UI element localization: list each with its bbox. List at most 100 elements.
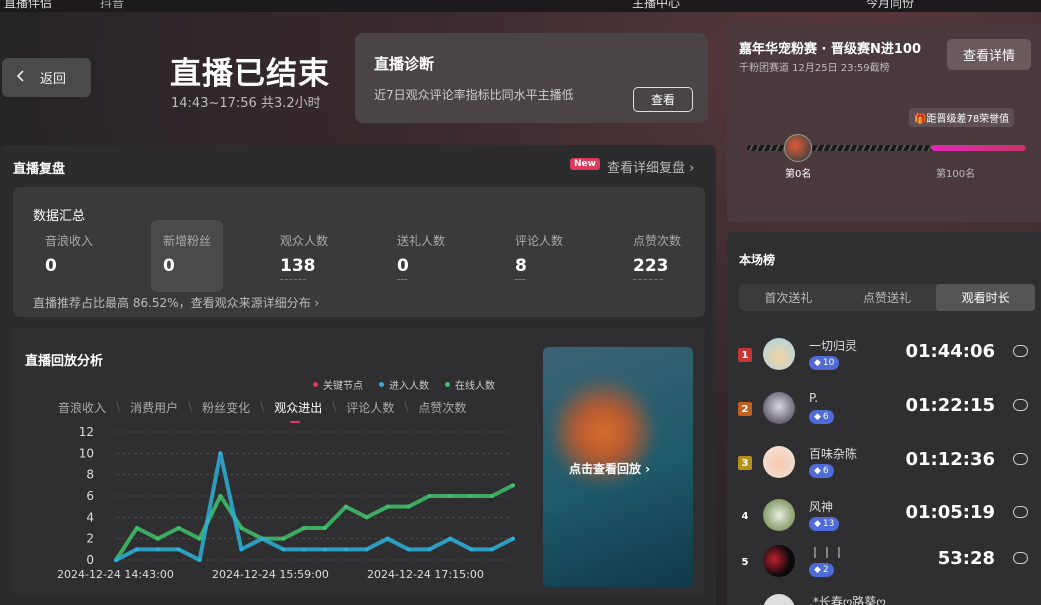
- avatar: [763, 338, 795, 370]
- leaderboard-row[interactable]: .*长春ღ路葵ღ: [727, 592, 1041, 605]
- stat-label: 送礼人数: [397, 234, 446, 248]
- tab-like-gift[interactable]: 点赞送礼: [838, 284, 937, 311]
- app-title: 直播伴侣: [4, 0, 53, 10]
- viewer-name: .*长春ღ路葵ღ: [809, 595, 886, 605]
- stat-income[interactable]: 音浪收入 0: [33, 220, 105, 292]
- comment-icon[interactable]: [1013, 399, 1028, 411]
- diamond-icon: ◆: [814, 565, 821, 575]
- tab-first-gift[interactable]: 首次送礼: [739, 284, 838, 311]
- legend-dot: [313, 382, 318, 387]
- tab-separator: \: [332, 399, 337, 413]
- data-point: [469, 494, 474, 498]
- data-point: [322, 526, 327, 530]
- leaderboard-row[interactable]: 4 风神 ◆ 13 01:05:19: [727, 497, 1041, 549]
- data-point: [302, 526, 307, 530]
- tab-separator: \: [188, 399, 193, 413]
- stat-value: 223: [633, 256, 669, 276]
- comment-icon[interactable]: [1013, 345, 1028, 357]
- stat-likes[interactable]: 点赞次数 223: [621, 220, 693, 292]
- stat-viewers[interactable]: 观众人数 138: [268, 220, 340, 292]
- promotion-gap-tip: 🎁距晋级差78荣誉值: [909, 108, 1015, 127]
- leaderboard-row[interactable]: 1 一切归灵 ◆ 10 01:44:06: [727, 336, 1041, 388]
- comment-icon[interactable]: [1013, 552, 1028, 564]
- data-point: [218, 451, 223, 456]
- stat-label: 观众人数: [280, 234, 329, 248]
- dashed-underline: [280, 279, 306, 280]
- tab-watch-time[interactable]: 观看时长: [936, 284, 1036, 311]
- diagnosis-view-button[interactable]: 查看: [633, 87, 693, 112]
- back-button[interactable]: 返回: [2, 58, 91, 97]
- stat-value: 0: [45, 256, 57, 276]
- legend-label: 关键节点: [323, 381, 363, 392]
- watch-time: 01:12:36: [905, 449, 995, 470]
- detailed-review-link[interactable]: 查看详细复盘 ›: [607, 157, 694, 176]
- rank-badge: 3: [738, 456, 752, 470]
- stat-value: 138: [280, 256, 316, 276]
- data-point: [134, 547, 139, 552]
- traffic-source-link[interactable]: 直播推荐占比最高 86.52%，查看观众来源详细分布 ›: [33, 294, 319, 311]
- data-point: [322, 547, 327, 552]
- diamond-icon: ◆: [814, 358, 821, 368]
- data-point: [385, 504, 390, 509]
- user-name[interactable]: 今月同份: [866, 0, 914, 11]
- play-replay-label: 点击查看回放 ›: [569, 462, 651, 476]
- leaderboard-row[interactable]: 5 丨丨丨 ◆ 2 53:28: [727, 543, 1041, 595]
- data-point: [427, 494, 432, 498]
- y-tick-label: 12: [79, 425, 94, 439]
- stat-label: 音浪收入: [45, 234, 94, 248]
- replay-thumbnail[interactable]: 点击查看回放 ›: [543, 347, 693, 587]
- creator-center-link[interactable]: 主播中心: [632, 0, 680, 11]
- stat-commenters[interactable]: 评论人数 8: [503, 220, 575, 292]
- diagnosis-card: 直播诊断 近7日观众评论率指标比同水平主播低 查看: [355, 33, 708, 123]
- legend-entries: 进入人数: [379, 377, 429, 392]
- stat-gifters[interactable]: 送礼人数 0: [385, 220, 457, 292]
- rank-number: 4: [741, 510, 749, 522]
- data-point: [511, 483, 515, 488]
- data-point: [114, 558, 118, 562]
- avatar: [763, 499, 795, 531]
- comment-icon[interactable]: [1013, 453, 1028, 465]
- page-title: 直播已结束: [170, 56, 330, 92]
- rank-end-label: 第100名: [936, 169, 976, 180]
- level-value: 2: [822, 565, 829, 575]
- data-point: [385, 536, 390, 541]
- legend-label: 在线人数: [455, 381, 495, 392]
- data-point: [302, 547, 307, 552]
- leaderboard-title: 本场榜: [739, 253, 776, 267]
- data-point: [448, 494, 453, 498]
- level-value: 10: [822, 358, 835, 368]
- data-point: [511, 536, 515, 541]
- rank-number: 5: [741, 556, 749, 568]
- comment-icon[interactable]: [1013, 506, 1028, 518]
- dashed-underline: [515, 279, 525, 280]
- watch-time: 01:44:06: [905, 341, 995, 362]
- data-point: [155, 536, 160, 541]
- data-point: [364, 515, 369, 520]
- leaderboard-row[interactable]: 3 百味杂陈 ◆ 6 01:12:36: [727, 444, 1041, 496]
- tab-likes[interactable]: 点赞次数: [418, 399, 466, 416]
- avatar: [763, 392, 795, 424]
- data-point: [239, 547, 244, 552]
- tab-fans-change[interactable]: 粉丝变化: [202, 399, 250, 416]
- promotion-gap-text: 距晋级差78荣誉值: [926, 114, 1010, 125]
- fan-level-badge: ◆ 10: [809, 356, 840, 370]
- tab-separator: \: [260, 399, 265, 413]
- rank-start-label: 第0名: [785, 169, 812, 180]
- stat-label: 新增粉丝: [163, 234, 212, 248]
- event-details-button[interactable]: 查看详情: [947, 39, 1031, 70]
- data-point: [197, 558, 202, 562]
- tab-income[interactable]: 音浪收入: [58, 399, 106, 416]
- data-point: [427, 547, 432, 552]
- tab-audience-flow[interactable]: 观众进出: [274, 399, 322, 423]
- level-value: 6: [822, 412, 829, 422]
- y-tick-label: 2: [86, 532, 94, 546]
- stat-new-fans[interactable]: 新增粉丝 0: [151, 220, 223, 292]
- data-point: [239, 526, 244, 530]
- fan-level-badge: ◆ 13: [809, 517, 840, 531]
- watch-time: 53:28: [937, 548, 995, 569]
- diagnosis-title: 直播诊断: [374, 55, 435, 73]
- leaderboard-row[interactable]: 2 P. ◆ 6 01:22:15: [727, 390, 1041, 442]
- tab-consumers[interactable]: 消费用户: [130, 399, 178, 416]
- audience-flow-chart: 0 2 4 6 8 10 12 2024-12-24 14:43:00 2024-12-24 1…: [57, 425, 515, 581]
- tab-commenters[interactable]: 评论人数: [346, 399, 394, 416]
